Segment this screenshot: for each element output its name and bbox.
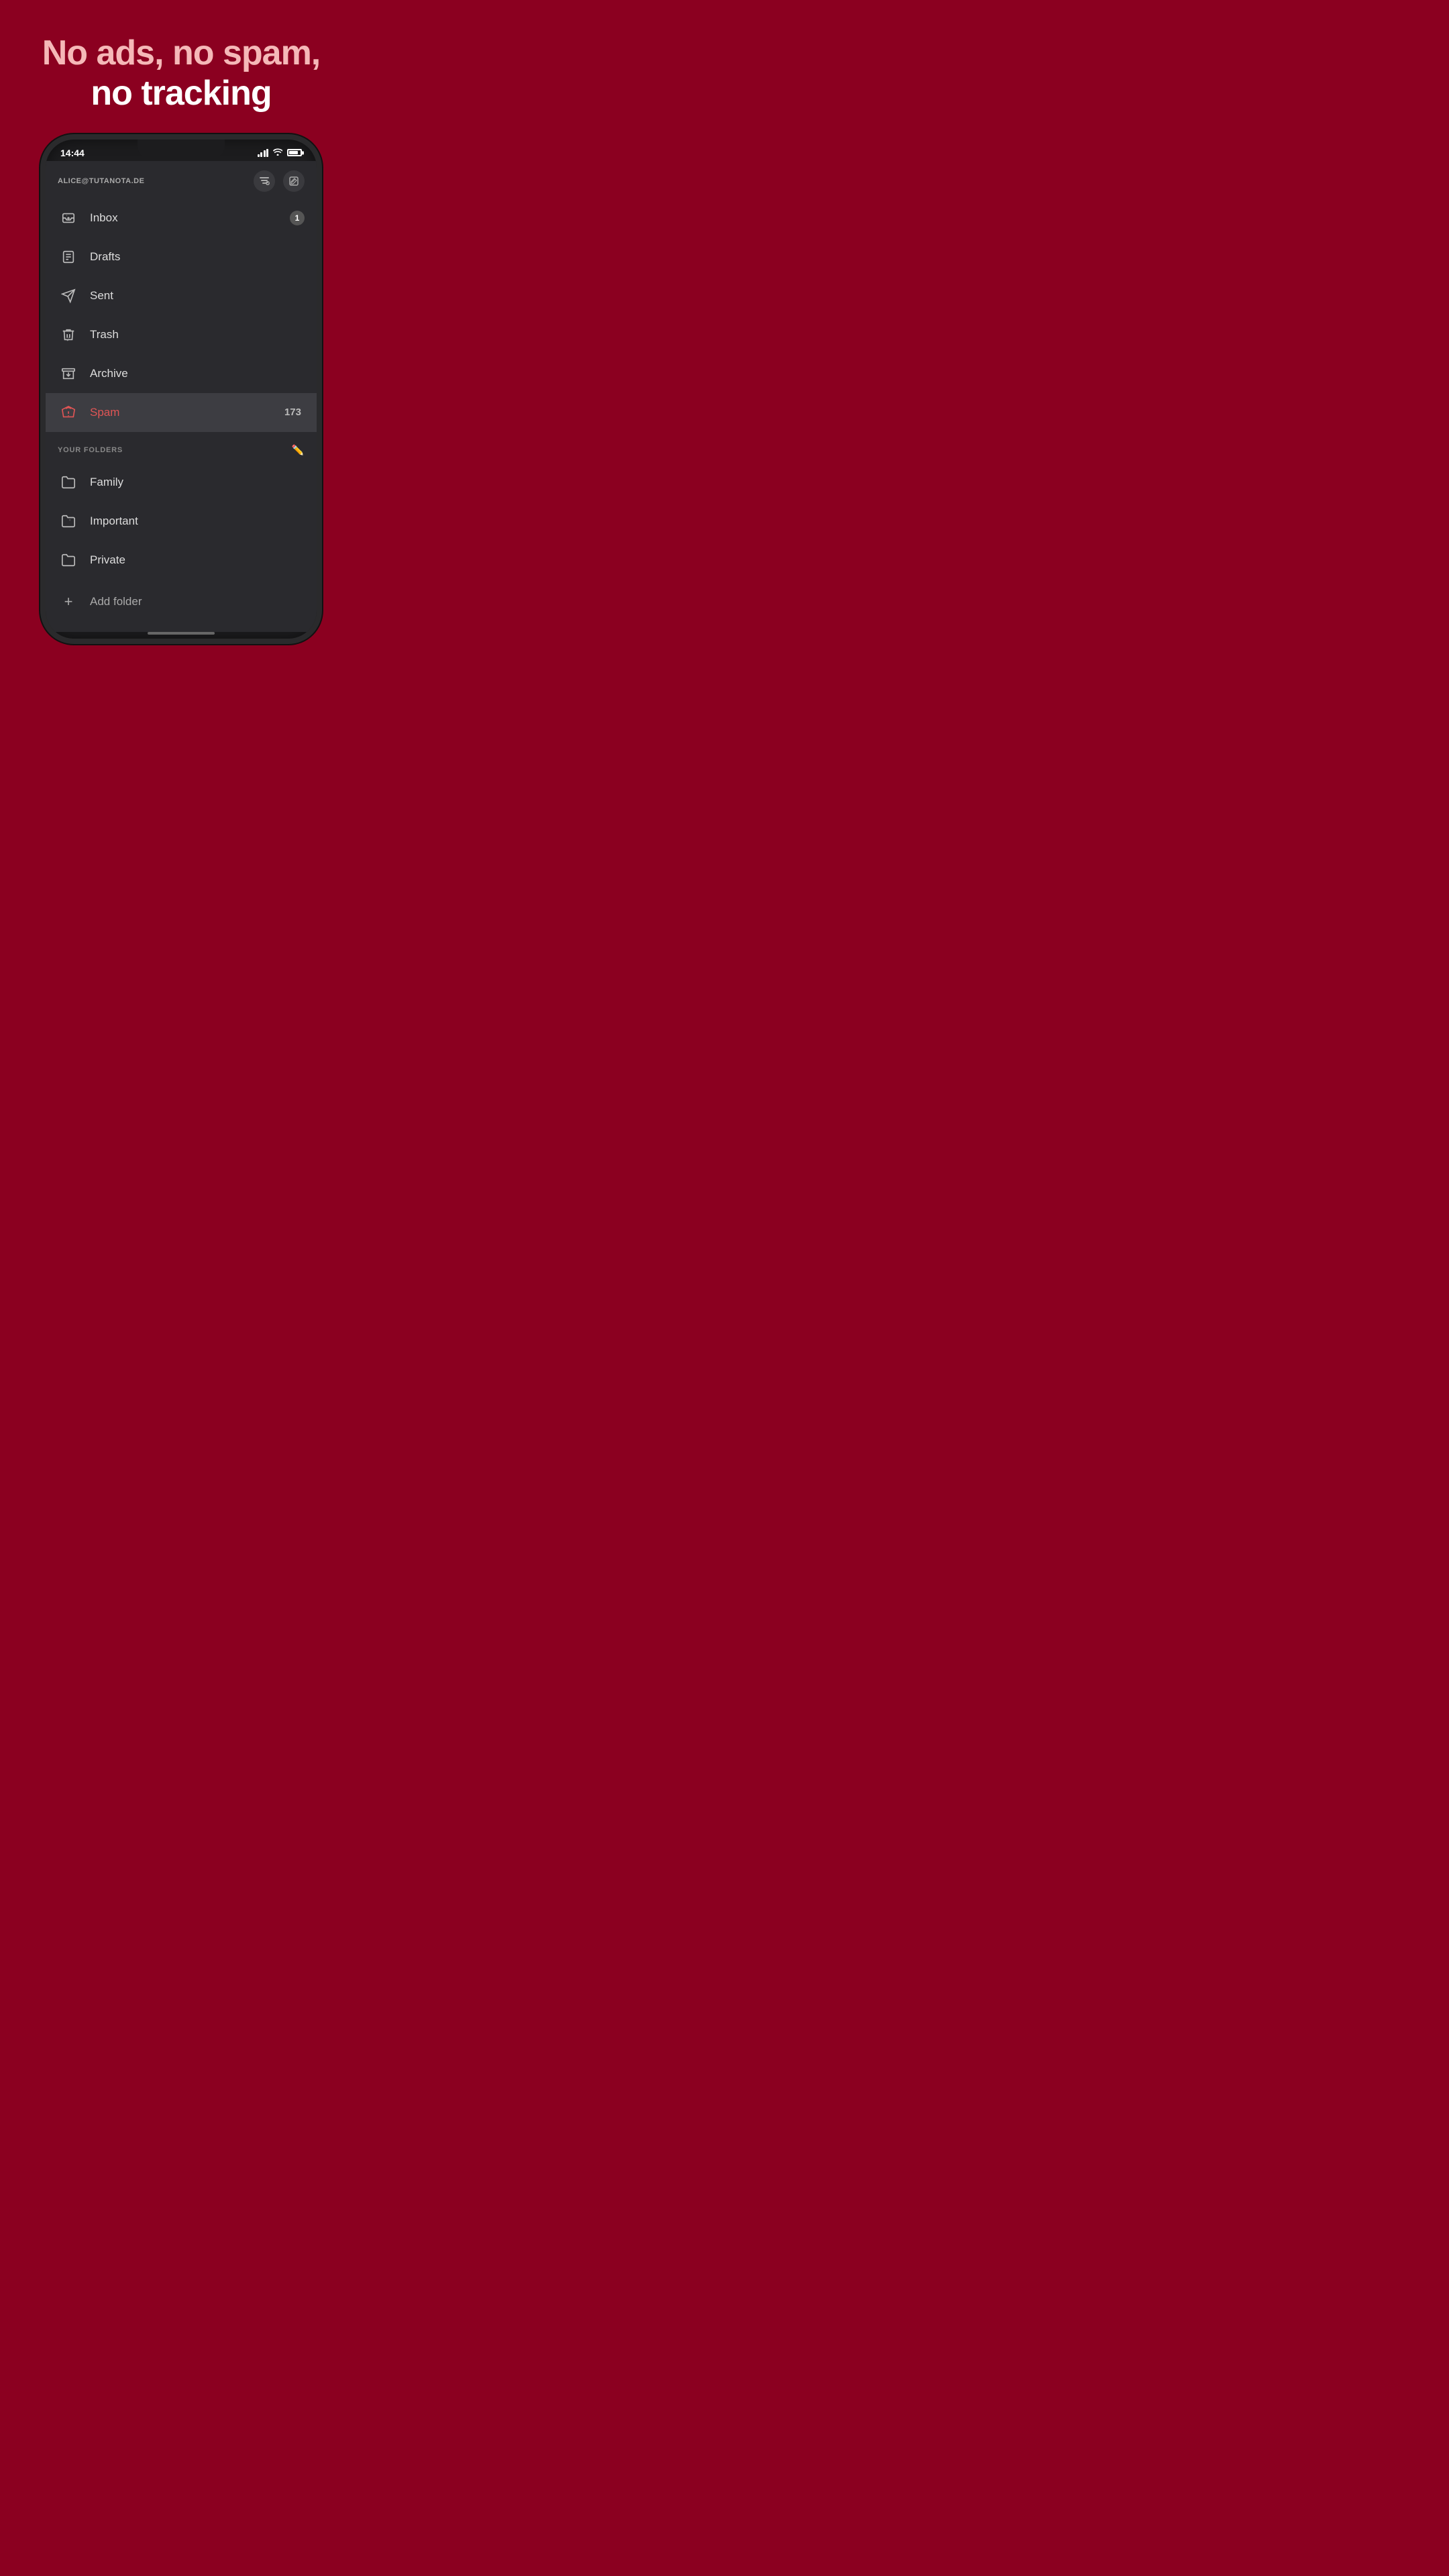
nav-item-spam[interactable]: Spam 173 [46, 393, 317, 432]
spam-icon [58, 402, 79, 423]
headline-line1: No ads, no spam, [42, 34, 321, 72]
nav-item-archive[interactable]: Archive [46, 354, 317, 393]
inbox-icon [58, 207, 79, 229]
drafts-icon [58, 246, 79, 268]
folder-label-important: Important [90, 515, 138, 528]
folder-label-family: Family [90, 476, 123, 489]
archive-icon [58, 363, 79, 384]
filter-icon [259, 176, 270, 186]
folder-label-private: Private [90, 553, 125, 567]
trash-label: Trash [90, 328, 305, 341]
app-header: ALICE@TUTANOTA.DE [46, 161, 317, 199]
archive-label: Archive [90, 367, 305, 380]
wifi-icon [273, 148, 282, 158]
folder-item-important[interactable]: Important [46, 502, 317, 541]
folder-item-private[interactable]: Private [46, 541, 317, 580]
nav-item-drafts[interactable]: Drafts [46, 237, 317, 276]
folders-section-header: YOUR FOLDERS ✏️ [46, 432, 317, 463]
trash-icon: + [58, 324, 79, 345]
folder-icon-important [58, 511, 79, 532]
signal-icon [258, 149, 269, 157]
header-icons [254, 170, 305, 192]
add-folder-icon: + [58, 591, 79, 612]
folders-title: YOUR FOLDERS [58, 446, 123, 454]
folder-icon-private [58, 549, 79, 571]
nav-item-sent[interactable]: Sent [46, 276, 317, 315]
add-folder-item[interactable]: + Add folder [46, 582, 317, 621]
filter-button[interactable] [254, 170, 275, 192]
app-content: ALICE@TUTANOTA.DE [46, 161, 317, 632]
nav-item-trash[interactable]: + Trash [46, 315, 317, 354]
status-icons [258, 148, 303, 158]
svg-text:+: + [66, 339, 68, 342]
account-email: ALICE@TUTANOTA.DE [58, 177, 144, 185]
folder-item-family[interactable]: Family [46, 463, 317, 502]
headline-text: No ads, no spam, no tracking [42, 34, 321, 114]
edit-folders-icon[interactable]: ✏️ [292, 444, 305, 456]
drafts-label: Drafts [90, 250, 305, 264]
add-folder-label: Add folder [90, 595, 142, 608]
status-time: 14:44 [60, 148, 85, 158]
phone-notch [138, 140, 225, 158]
spam-label: Spam [90, 406, 281, 419]
compose-icon [288, 176, 299, 186]
sent-label: Sent [90, 289, 305, 303]
nav-item-inbox[interactable]: Inbox 1 [46, 199, 317, 237]
headline-line2: no tracking [91, 74, 271, 113]
inbox-badge: 1 [290, 211, 305, 225]
folder-icon-family [58, 472, 79, 493]
battery-icon [287, 149, 302, 156]
phone-frame: 14:44 ALICE@TUTANOTA.DE [40, 134, 322, 644]
inbox-label: Inbox [90, 211, 290, 225]
home-indicator [148, 632, 215, 635]
compose-button[interactable] [283, 170, 305, 192]
sent-icon [58, 285, 79, 307]
spam-badge: 173 [281, 405, 305, 420]
headline-section: No ads, no spam, no tracking [15, 0, 347, 134]
